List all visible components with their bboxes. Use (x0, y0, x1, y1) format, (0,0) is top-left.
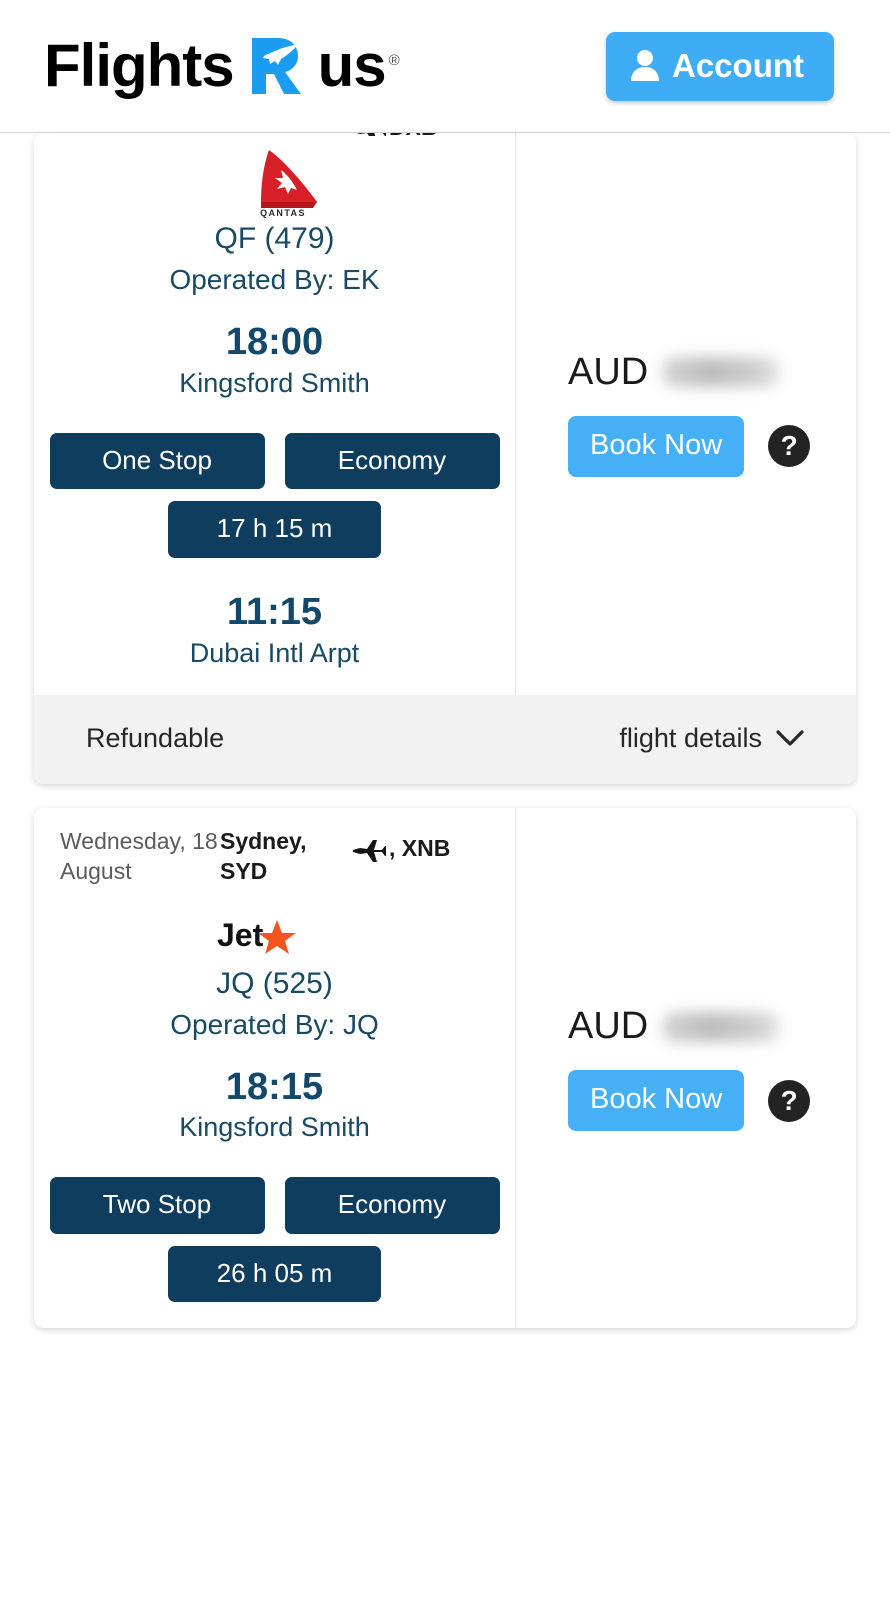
duration-badge[interactable]: 17 h 15 m (168, 501, 381, 558)
arrival-time: 11:15 (226, 590, 323, 633)
svg-text:QANTAS: QANTAS (260, 208, 306, 218)
flight-details-label: flight details (619, 722, 762, 753)
route-origin: Sydney, SYD (220, 827, 307, 885)
arrival-airport: Dubai Intl Arpt (189, 637, 360, 668)
route-destination: , XNB (389, 834, 451, 861)
duration-row: 17 h 15 m (34, 501, 515, 558)
chevron-down-icon (776, 730, 804, 747)
departure-time: 18:00 (225, 321, 324, 363)
currency-label: AUD (568, 350, 649, 393)
route-date: August (60, 133, 220, 135)
route-destination: DXB (389, 133, 438, 136)
stops-badge[interactable]: Two Stop (49, 1177, 265, 1234)
flight-details-toggle[interactable]: flight details (619, 723, 804, 754)
badge-row: One Stop Economy (34, 432, 515, 490)
price-amount-redacted (662, 357, 781, 388)
route-arrow: DXB (352, 133, 438, 136)
flight-info-column: August SYD DXB (34, 133, 516, 695)
cabin-class-badge[interactable]: Economy (284, 1177, 500, 1234)
flight-card-body: Wednesday, 18 August Sydney, SYD , XNB J… (34, 807, 856, 1329)
svg-text:Jet: Jet (217, 917, 264, 953)
arrival-block: 11:15 Dubai Intl Arpt (34, 590, 515, 669)
flight-card-footer: Refundable flight details (34, 694, 856, 784)
brand-word-us: us (317, 32, 387, 99)
jetstar-logo: Jet (34, 905, 515, 965)
cabin-class-badge[interactable]: Economy (284, 432, 500, 490)
brand-logo[interactable]: Flights us ® (44, 34, 606, 98)
route-date: Wednesday, 18 August (60, 827, 218, 885)
account-button[interactable]: Account (606, 31, 834, 101)
price-display: AUD (568, 1005, 856, 1048)
badge-row: Two Stop Economy (34, 1177, 515, 1234)
route-arrow: , XNB (352, 826, 450, 864)
price-column: AUD Book Now ? (516, 808, 856, 1329)
qantas-logo: QANTAS (34, 146, 515, 218)
flight-results-list: August SYD DXB (0, 133, 890, 1329)
plane-icon (352, 836, 386, 863)
brand-word-flights: Flights (44, 32, 235, 99)
brand-registered-mark: ® (388, 52, 400, 69)
stops-badge[interactable]: One Stop (49, 432, 265, 490)
user-icon (630, 49, 660, 81)
departure-airport: Kingsford Smith (179, 367, 370, 398)
refundable-label: Refundable (86, 722, 225, 753)
book-row: Book Now ? (568, 1070, 856, 1132)
operated-by: Operated By: EK (169, 264, 380, 295)
flight-number: JQ (525) (216, 966, 333, 1000)
route-header: August SYD DXB (34, 133, 515, 136)
departure-time: 18:15 (225, 1065, 324, 1108)
book-now-button[interactable]: Book Now (568, 1070, 745, 1132)
book-now-button[interactable]: Book Now (568, 415, 745, 477)
help-question-icon[interactable]: ? (768, 425, 811, 468)
brand-r-plane-icon (246, 34, 308, 98)
departure-airport: Kingsford Smith (179, 1112, 370, 1143)
book-row: Book Now ? (568, 415, 856, 477)
price-amount-redacted (662, 1011, 781, 1042)
flight-card: August SYD DXB (34, 133, 856, 784)
price-display: AUD (568, 351, 856, 394)
flight-card: Wednesday, 18 August Sydney, SYD , XNB J… (34, 807, 856, 1329)
route-origin: SYD (220, 133, 352, 135)
duration-row: 26 h 05 m (34, 1245, 515, 1303)
price-column: AUD Book Now ? (516, 133, 856, 695)
help-question-icon[interactable]: ? (768, 1079, 811, 1122)
route-header: Wednesday, 18 August Sydney, SYD , XNB (34, 826, 515, 887)
plane-icon (352, 133, 386, 136)
flight-card-body: August SYD DXB (34, 133, 856, 695)
account-button-label: Account (672, 46, 804, 84)
duration-badge[interactable]: 26 h 05 m (168, 1245, 381, 1303)
currency-label: AUD (568, 1005, 649, 1048)
operated-by: Operated By: JQ (170, 1008, 379, 1040)
flight-number: QF (479) (214, 222, 335, 255)
flight-info-column: Wednesday, 18 August Sydney, SYD , XNB J… (34, 807, 516, 1329)
site-header: Flights us ® Account (0, 0, 890, 133)
